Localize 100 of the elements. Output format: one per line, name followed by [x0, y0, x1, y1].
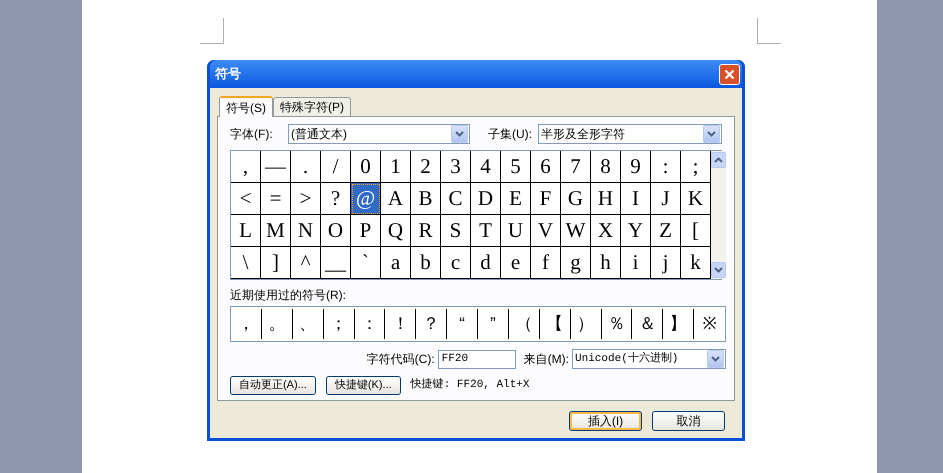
scroll-down-icon[interactable] [711, 262, 726, 278]
recent-symbol-cell[interactable]: ※ [694, 309, 725, 339]
symbol-cell[interactable]: > [291, 183, 321, 215]
recent-symbol-cell[interactable]: ％ [602, 309, 632, 339]
symbol-cell[interactable]: \ [231, 247, 261, 279]
symbol-cell[interactable]: G [561, 183, 591, 215]
symbol-cell[interactable]: 8 [591, 151, 621, 183]
symbol-cell[interactable]: d [471, 247, 501, 279]
recent-symbol-cell[interactable]: 【 [540, 309, 571, 339]
recent-symbol-cell[interactable]: ！ [385, 309, 416, 339]
font-dropdown[interactable]: (普通文本) [288, 124, 470, 144]
symbol-cell[interactable]: O [321, 215, 351, 247]
symbol-cell[interactable]: M [261, 215, 291, 247]
symbol-cell[interactable]: E [501, 183, 531, 215]
action-button[interactable]: 自动更正(A)... [230, 376, 316, 395]
symbol-cell[interactable]: 0 [351, 151, 381, 183]
recent-label: 近期使用过的符号(R): [230, 287, 347, 304]
symbol-cell[interactable]: f [531, 247, 561, 279]
symbol-cell[interactable]: i [621, 247, 651, 279]
symbol-cell[interactable]: P [351, 215, 381, 247]
tab[interactable]: 符号(S) [219, 96, 273, 117]
symbol-cell[interactable]: k [681, 247, 711, 279]
symbol-cell[interactable]: / [321, 151, 351, 183]
symbol-cell[interactable]: < [231, 183, 261, 215]
recent-symbol-cell[interactable]: ； [324, 309, 354, 339]
recent-symbol-cell[interactable]: 。 [262, 309, 293, 339]
symbol-cell[interactable]: ; [681, 151, 711, 183]
symbol-cell[interactable]: H [591, 183, 621, 215]
recent-symbol-cell[interactable]: ： [354, 309, 386, 339]
crop-mark [757, 18, 781, 44]
symbol-cell[interactable]: Q [381, 215, 411, 247]
symbol-cell[interactable]: 1 [381, 151, 411, 183]
symbol-cell[interactable]: a [381, 247, 411, 279]
recent-symbol-cell[interactable]: ？ [416, 309, 448, 339]
symbol-cell[interactable]: j [651, 247, 681, 279]
from-dropdown[interactable]: Unicode(十六进制) [572, 349, 726, 369]
symbol-cell[interactable]: ] [261, 247, 291, 279]
symbol-cell[interactable]: 6 [531, 151, 561, 183]
symbol-cell[interactable]: @ [351, 183, 381, 215]
close-button[interactable] [719, 64, 740, 84]
subset-dropdown[interactable]: 半形及全形字符 [538, 124, 722, 144]
cancel-button[interactable]: 取消 [652, 411, 725, 431]
symbol-cell[interactable]: 2 [411, 151, 441, 183]
symbol-cell[interactable]: X [591, 215, 621, 247]
symbol-cell[interactable]: A [381, 183, 411, 215]
symbol-cell[interactable]: R [411, 215, 441, 247]
symbol-cell[interactable]: 3 [441, 151, 471, 183]
symbol-cell[interactable]: = [261, 183, 291, 215]
symbol-cell[interactable]: 7 [561, 151, 591, 183]
symbol-cell[interactable]: c [441, 247, 471, 279]
symbol-cell[interactable]: T [471, 215, 501, 247]
from-label: 来自(M): [524, 351, 569, 368]
symbol-cell[interactable]: I [621, 183, 651, 215]
recent-symbol-cell[interactable]: ” [478, 309, 509, 339]
tab[interactable]: 特殊字符(P) [273, 97, 351, 116]
symbol-cell[interactable]: F [531, 183, 561, 215]
symbol-cell[interactable]: 9 [621, 151, 651, 183]
recent-symbol-cell[interactable]: ＆ [632, 309, 664, 339]
symbol-cell[interactable]: 4 [471, 151, 501, 183]
symbol-cell[interactable]: . [291, 151, 321, 183]
symbol-cell[interactable]: U [501, 215, 531, 247]
symbol-cell[interactable]: C [441, 183, 471, 215]
symbol-cell[interactable]: V [531, 215, 561, 247]
recent-symbol-cell[interactable]: ） [570, 309, 602, 339]
recent-symbol-cell[interactable]: ， [231, 309, 262, 339]
symbol-cell[interactable]: K [681, 183, 711, 215]
crop-mark [200, 18, 224, 44]
scroll-up-icon[interactable] [711, 152, 726, 168]
symbol-cell[interactable]: D [471, 183, 501, 215]
symbol-cell[interactable]: W [561, 215, 591, 247]
symbol-cell[interactable]: ` [351, 247, 381, 279]
scrollbar[interactable] [711, 151, 726, 279]
symbol-cell[interactable]: J [651, 183, 681, 215]
symbol-cell[interactable]: Z [651, 215, 681, 247]
symbol-cell[interactable]: 5 [501, 151, 531, 183]
symbol-cell[interactable]: [ [681, 215, 711, 247]
symbol-cell[interactable]: e [501, 247, 531, 279]
symbol-cell[interactable]: h [591, 247, 621, 279]
recent-symbol-cell[interactable]: “ [447, 309, 478, 339]
subset-label: 子集(U): [488, 126, 533, 143]
recent-symbol-cell[interactable]: 】 [663, 309, 694, 339]
symbol-cell[interactable]: : [651, 151, 681, 183]
close-icon [724, 68, 735, 80]
symbol-cell[interactable]: Y [621, 215, 651, 247]
symbol-cell[interactable]: , [231, 151, 261, 183]
symbol-cell[interactable]: __ [321, 247, 351, 279]
symbol-cell[interactable]: L [231, 215, 261, 247]
symbol-cell[interactable]: b [411, 247, 441, 279]
char-code-field[interactable]: FF20 [438, 350, 516, 368]
symbol-cell[interactable]: g [561, 247, 591, 279]
recent-symbol-cell[interactable]: 、 [292, 309, 324, 339]
recent-symbol-cell[interactable]: （ [508, 309, 540, 339]
symbol-cell[interactable]: ^ [291, 247, 321, 279]
symbol-cell[interactable]: B [411, 183, 441, 215]
insert-button[interactable]: 插入(I) [569, 411, 642, 431]
symbol-cell[interactable]: S [441, 215, 471, 247]
action-button[interactable]: 快捷键(K)... [326, 376, 401, 395]
symbol-cell[interactable]: N [291, 215, 321, 247]
symbol-cell[interactable]: — [261, 151, 291, 183]
symbol-cell[interactable]: ? [321, 183, 351, 215]
